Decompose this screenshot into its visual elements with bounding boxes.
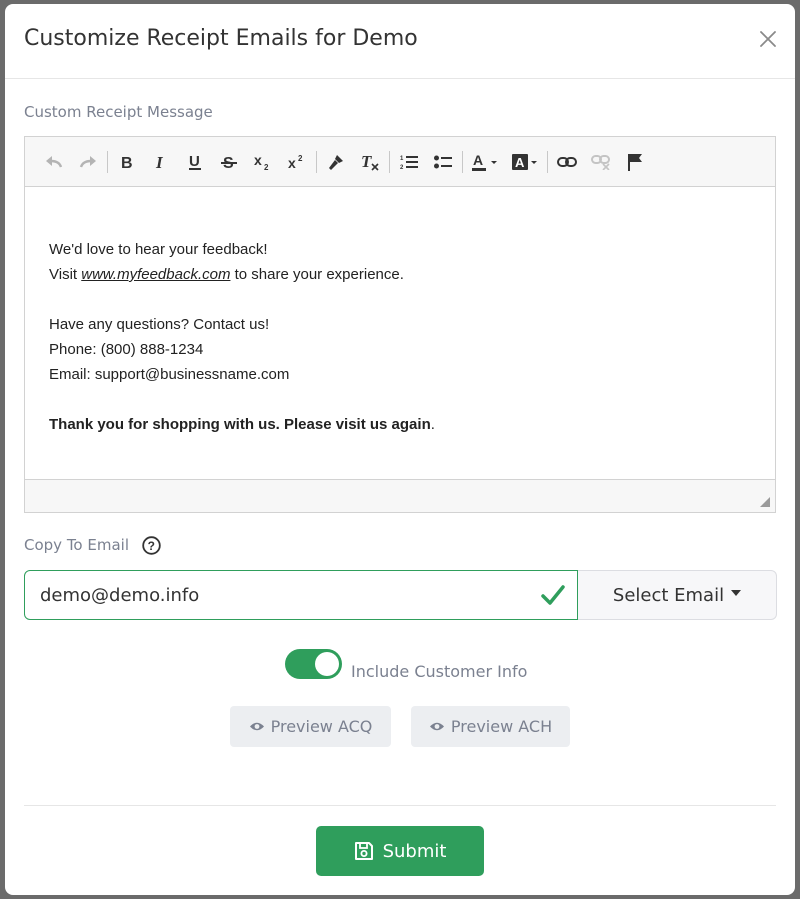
rich-text-editor: B I U S x2 x2 T xyxy=(24,136,776,513)
copy-to-email-label: Copy To Email xyxy=(24,536,129,554)
modal-header: Customize Receipt Emails for Demo xyxy=(5,4,795,79)
editor-line: We'd love to hear your feedback! xyxy=(49,241,268,258)
clear-format-icon: T xyxy=(361,153,379,171)
underline-button[interactable]: U xyxy=(178,147,212,177)
email-input-wrapper xyxy=(24,570,578,620)
modal-title: Customize Receipt Emails for Demo xyxy=(24,26,418,51)
toolbar-separator xyxy=(316,150,317,173)
caret-down-icon xyxy=(731,590,742,596)
subscript-icon: x2 xyxy=(254,153,269,171)
thanks-text: Thank you for shopping with us. Please v… xyxy=(49,416,431,433)
format-painter-button[interactable] xyxy=(319,147,353,177)
toolbar-separator xyxy=(389,150,390,173)
help-icon[interactable]: ? xyxy=(142,536,161,555)
clear-format-button[interactable]: T xyxy=(353,147,387,177)
visit-suffix: to share your experience. xyxy=(230,266,404,283)
toolbar-separator xyxy=(107,150,108,173)
editor-line: Phone: (800) 888-1234 xyxy=(49,341,204,358)
select-email-dropdown[interactable]: Select Email xyxy=(578,570,777,620)
preview-acq-button[interactable]: Preview ACQ xyxy=(230,706,391,747)
text-color-icon: A xyxy=(472,153,497,171)
editor-content[interactable]: We'd love to hear your feedback! Visit w… xyxy=(25,187,775,479)
close-button[interactable] xyxy=(759,30,777,48)
feedback-link[interactable]: www.myfeedback.com xyxy=(81,266,230,283)
toolbar-separator xyxy=(462,150,463,173)
bulleted-list-icon xyxy=(434,155,452,168)
italic-button[interactable]: I xyxy=(144,147,178,177)
include-customer-info-label: Include Customer Info xyxy=(351,662,528,681)
bold-icon: B xyxy=(121,155,133,170)
anchor-button[interactable] xyxy=(618,147,652,177)
editor-line: Email: support@businessname.com xyxy=(49,366,290,383)
undo-button[interactable] xyxy=(37,147,71,177)
subscript-button[interactable]: x2 xyxy=(246,147,280,177)
editor-blank-line xyxy=(49,287,775,312)
thanks-period: . xyxy=(430,416,435,433)
editor-line: Have any questions? Contact us! xyxy=(49,316,270,333)
editor-line: Thank you for shopping with us. Please v… xyxy=(49,412,775,437)
include-customer-info-toggle[interactable] xyxy=(285,649,342,679)
unlink-icon xyxy=(591,154,610,170)
custom-receipt-message-label: Custom Receipt Message xyxy=(24,103,213,121)
save-icon xyxy=(354,842,373,860)
preview-ach-label: Preview ACH xyxy=(450,717,553,736)
svg-text:A: A xyxy=(515,155,525,170)
italic-icon: I xyxy=(155,154,164,170)
editor-blank-line xyxy=(49,387,775,412)
svg-text:A: A xyxy=(473,153,483,168)
format-painter-icon xyxy=(329,154,343,170)
svg-text:I: I xyxy=(155,154,164,170)
svg-text:x: x xyxy=(288,155,296,171)
bulleted-list-button[interactable] xyxy=(426,147,460,177)
preview-ach-button[interactable]: Preview ACH xyxy=(411,706,570,747)
svg-text:1: 1 xyxy=(400,156,404,162)
resize-handle[interactable] xyxy=(760,497,770,507)
strikethrough-icon: S xyxy=(221,155,237,170)
copy-email-group: Select Email xyxy=(24,570,777,620)
redo-button[interactable] xyxy=(71,147,105,177)
customize-receipt-modal: Customize Receipt Emails for Demo Custom… xyxy=(5,4,795,895)
background-color-button[interactable]: A xyxy=(505,147,545,177)
underline-icon: U xyxy=(189,153,201,170)
close-icon xyxy=(760,31,776,47)
toolbar-separator xyxy=(547,150,548,173)
strikethrough-button[interactable]: S xyxy=(212,147,246,177)
superscript-button[interactable]: x2 xyxy=(280,147,314,177)
text-color-button[interactable]: A xyxy=(465,147,505,177)
superscript-icon: x2 xyxy=(288,154,303,171)
editor-toolbar: B I U S x2 x2 T xyxy=(25,137,775,187)
svg-text:2: 2 xyxy=(400,165,404,170)
link-button[interactable] xyxy=(550,147,584,177)
select-email-label: Select Email xyxy=(612,584,725,606)
svg-text:2: 2 xyxy=(298,154,303,163)
svg-text:T: T xyxy=(361,153,372,171)
svg-text:U: U xyxy=(189,153,200,170)
svg-text:2: 2 xyxy=(264,163,269,171)
numbered-list-button[interactable]: 12 xyxy=(392,147,426,177)
svg-text:x: x xyxy=(254,153,262,168)
toggle-knob xyxy=(315,652,339,676)
background-color-icon: A xyxy=(512,153,537,170)
eye-icon xyxy=(429,722,444,731)
svg-text:?: ? xyxy=(148,539,155,553)
undo-icon xyxy=(46,155,63,167)
bold-button[interactable]: B xyxy=(110,147,144,177)
redo-icon xyxy=(79,155,96,167)
footer-divider xyxy=(24,805,776,806)
copy-email-input[interactable] xyxy=(25,571,577,619)
check-icon xyxy=(541,585,565,605)
visit-prefix: Visit xyxy=(49,266,82,283)
submit-button[interactable]: Submit xyxy=(316,826,484,876)
link-icon xyxy=(557,156,577,167)
numbered-list-icon: 12 xyxy=(400,155,418,170)
unlink-button[interactable] xyxy=(584,147,618,177)
flag-icon xyxy=(628,153,642,171)
editor-line: Visit www.myfeedback.com to share your e… xyxy=(49,262,775,287)
eye-icon xyxy=(249,722,264,731)
submit-label: Submit xyxy=(382,840,447,862)
editor-status-bar xyxy=(25,479,775,512)
preview-acq-label: Preview ACQ xyxy=(270,717,373,736)
svg-text:B: B xyxy=(121,155,133,170)
